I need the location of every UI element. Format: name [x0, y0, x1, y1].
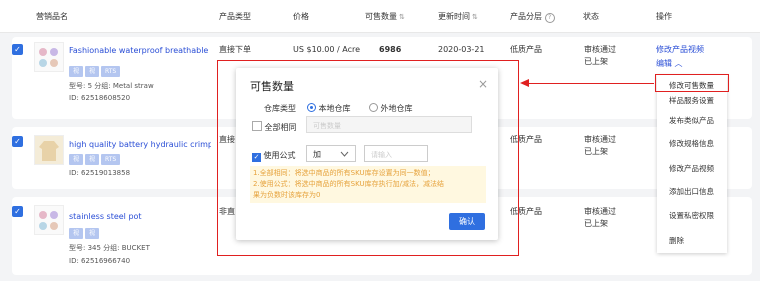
quantity: 6986	[379, 45, 402, 54]
col-updated-label: 更新时间	[438, 12, 470, 21]
tag-group: 视视 RTS	[69, 154, 122, 165]
edit-dropdown-menu: 修改可售数量 样品服务设置 发布类似产品 修改规格信息 修改产品视频 添加出口信…	[657, 75, 727, 253]
edit-menu-toggle[interactable]: 编辑 ︿	[656, 58, 683, 70]
col-product-type: 产品类型	[219, 12, 251, 21]
product-thumbnail[interactable]	[34, 42, 64, 72]
product-id: ID: 62518608520	[69, 94, 131, 102]
col-status: 状态	[583, 12, 599, 21]
product-layer: 低质产品	[510, 45, 542, 54]
review-status: 审核通过	[584, 135, 616, 144]
tag-group: 视视	[69, 228, 101, 239]
review-status: 审核通过	[584, 207, 616, 216]
sort-icon[interactable]: ⇅	[399, 13, 405, 21]
rts-tag: RTS	[101, 66, 121, 77]
product-id: ID: 62516966740	[69, 257, 131, 265]
help-icon[interactable]: ?	[544, 13, 555, 23]
highlight-box	[217, 60, 519, 256]
updated-date: 2020-03-21	[438, 45, 485, 54]
arrowhead-icon	[520, 79, 529, 87]
row-checkbox[interactable]: ✓	[12, 136, 23, 147]
menu-item-add-export-info[interactable]: 添加出口信息	[669, 186, 714, 197]
rts-tag: RTS	[101, 154, 121, 165]
product-thumbnail[interactable]	[34, 205, 64, 235]
col-quantity-label: 可售数量	[365, 12, 397, 21]
product-image-icon	[39, 211, 58, 230]
menu-item-privacy[interactable]: 设置私密权限	[669, 210, 714, 221]
col-product-name: 营销品名	[36, 12, 68, 21]
video-tag: 视	[85, 154, 100, 165]
listing-status: 已上架	[584, 147, 608, 156]
row-checkbox[interactable]: ✓	[12, 44, 23, 55]
model-group-line: 型号: 5 分组: Metal straw	[69, 82, 154, 90]
product-image-icon	[39, 48, 58, 67]
edit-video-link[interactable]: 修改产品视频	[656, 44, 704, 56]
row-checkbox[interactable]: ✓	[12, 206, 23, 217]
video-tag: 视	[85, 66, 100, 77]
video-tag: 视	[85, 228, 100, 239]
product-name-link[interactable]: stainless steel pot	[69, 212, 211, 221]
col-price: 价格	[293, 12, 309, 21]
menu-item-edit-specs[interactable]: 修改规格信息	[669, 138, 714, 149]
menu-item-delete[interactable]: 删除	[669, 235, 684, 246]
product-id: ID: 62519013858	[69, 169, 131, 177]
sort-icon[interactable]: ⇅	[472, 13, 478, 21]
menu-item-edit-video[interactable]: 修改产品视频	[669, 163, 714, 174]
product-thumbnail[interactable]	[34, 135, 64, 165]
product-name-link[interactable]: Fashionable waterproof breathable mou	[69, 46, 211, 55]
product-name-link[interactable]: high quality battery hydraulic crimping …	[69, 140, 211, 149]
listing-status: 已上架	[584, 219, 608, 228]
menu-item-publish-similar[interactable]: 发布类似产品	[669, 115, 714, 126]
col-layer: 产品分层 ?	[510, 11, 555, 23]
price: US $10.00 / Acre	[293, 45, 361, 54]
col-updated[interactable]: 更新时间 ⇅	[438, 11, 478, 22]
video-tag: 视	[69, 66, 84, 77]
listing-status: 已上架	[584, 57, 608, 66]
video-tag: 视	[69, 228, 84, 239]
menu-item-sample-service[interactable]: 样品服务设置	[669, 95, 714, 106]
product-image-icon	[39, 141, 59, 161]
review-status: 审核通过	[584, 45, 616, 54]
product-type: 直接下单	[219, 45, 251, 54]
table-header: 营销品名 产品类型 价格 可售数量 ⇅ 更新时间 ⇅ 产品分层 ? 状态 操作	[0, 0, 760, 33]
col-actions: 操作	[656, 12, 672, 21]
col-layer-label: 产品分层	[510, 12, 542, 21]
highlight-box-menu-item	[655, 74, 729, 92]
annotation-arrow	[528, 83, 654, 84]
model-group-line: 型号: 345 分组: BUCKET	[69, 244, 150, 252]
col-quantity[interactable]: 可售数量 ⇅	[365, 11, 405, 22]
tag-group: 视视 RTS	[69, 66, 122, 77]
video-tag: 视	[69, 154, 84, 165]
